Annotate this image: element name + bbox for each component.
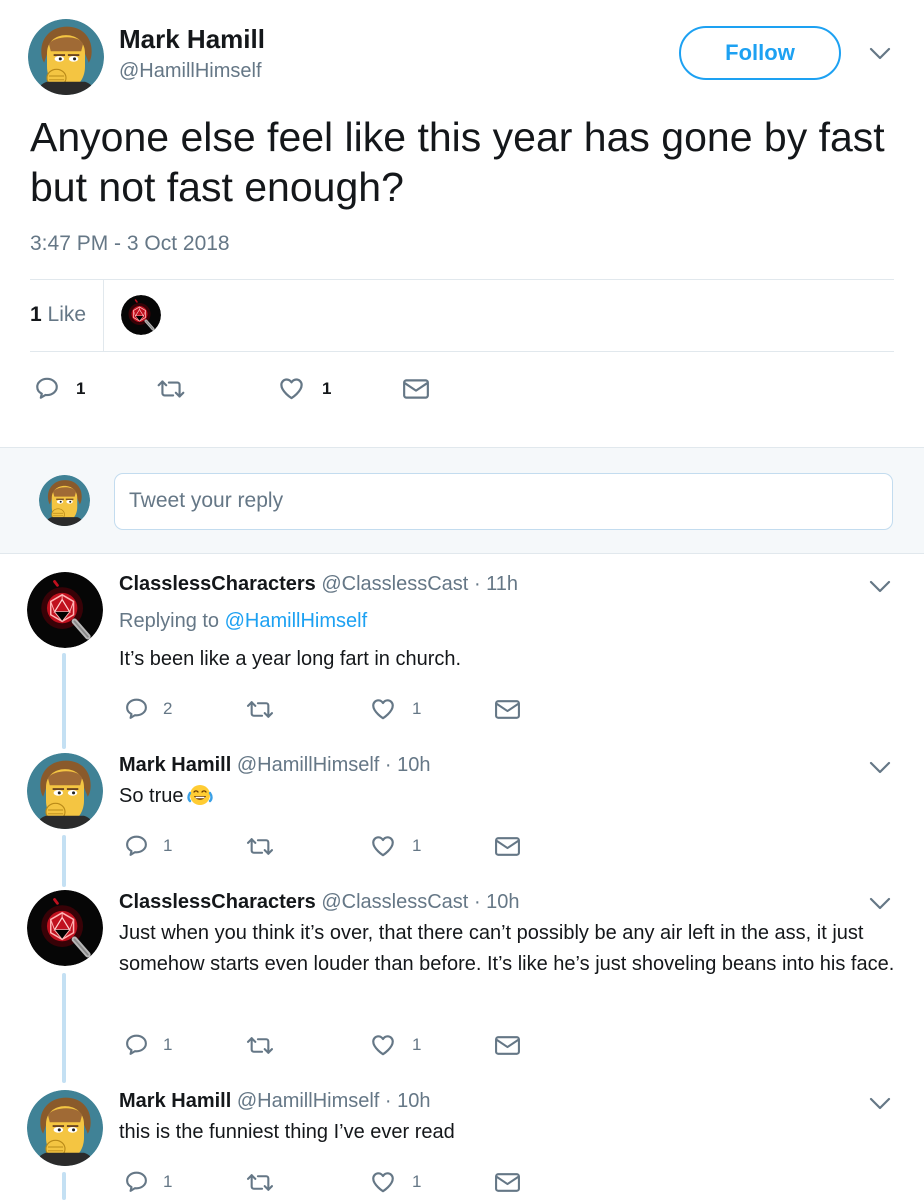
thread-line — [62, 1172, 66, 1200]
envelope-icon[interactable] — [402, 377, 430, 401]
chevron-down-icon[interactable] — [869, 580, 891, 594]
retweet-icon[interactable] — [245, 697, 275, 722]
thread-line — [62, 653, 66, 749]
envelope-icon[interactable] — [494, 1034, 521, 1057]
chevron-down-icon[interactable] — [869, 47, 891, 61]
likes-stat-label: Like — [41, 303, 87, 326]
reply-time[interactable]: 10h — [397, 1090, 430, 1112]
tears-of-joy-emoji-icon — [187, 783, 213, 807]
reply-separator: · — [473, 573, 481, 595]
reply-text: this is the funniest thing I’ve ever rea… — [119, 1121, 455, 1143]
thread-line — [62, 835, 66, 887]
envelope-icon[interactable] — [494, 835, 521, 858]
reply-author-handle[interactable]: @ClasslessCast — [321, 573, 468, 595]
likes-stat[interactable]: 1 Like — [30, 303, 86, 327]
reply-count: 1 — [163, 836, 173, 855]
reply-header: Mark Hamill @HamillHimself · 10h — [119, 754, 431, 777]
chevron-down-icon[interactable] — [869, 761, 891, 775]
reply-count: 1 — [163, 1172, 173, 1191]
chevron-down-icon[interactable] — [869, 897, 891, 911]
reply-separator: · — [384, 1090, 392, 1112]
liker-avatar[interactable] — [121, 295, 161, 335]
reply-time[interactable]: 11h — [486, 573, 518, 595]
reply-icon[interactable] — [124, 833, 149, 858]
like-count: 1 — [412, 836, 422, 855]
reply-count: 1 — [163, 1035, 173, 1054]
tweet-text: Anyone else feel like this year has gone… — [30, 114, 885, 210]
heart-icon[interactable] — [370, 1032, 396, 1058]
retweet-icon[interactable] — [245, 1033, 275, 1058]
reply-text: So true — [119, 785, 184, 807]
reply-text: It’s been like a year long fart in churc… — [119, 648, 462, 670]
reply-author-name[interactable]: Mark Hamill — [119, 754, 231, 776]
author-name[interactable]: Mark Hamill — [119, 24, 265, 55]
like-count: 1 — [412, 699, 422, 718]
reply-time[interactable]: 10h — [397, 754, 430, 776]
reply-separator: · — [473, 891, 481, 913]
divider — [30, 279, 894, 280]
reply-author-handle[interactable]: @ClasslessCast — [321, 891, 468, 913]
reply-separator: · — [384, 754, 392, 776]
like-count: 1 — [322, 379, 332, 398]
replying-to-prefix: Replying to — [119, 610, 225, 632]
thread-line — [62, 973, 66, 1083]
like-count: 1 — [412, 1035, 422, 1054]
reply-input[interactable]: Tweet your reply — [114, 473, 893, 530]
user-avatar — [39, 475, 90, 526]
reply-header: ClasslessCharacters @ClasslessCast · 10h — [119, 891, 520, 914]
reply-header: ClasslessCharacters @ClasslessCast · 11h — [119, 573, 518, 596]
retweet-icon[interactable] — [245, 1170, 275, 1195]
retweet-icon[interactable] — [245, 834, 275, 859]
heart-icon[interactable] — [370, 696, 396, 722]
reply-avatar[interactable] — [27, 753, 103, 829]
divider — [30, 351, 894, 352]
reply-author-name[interactable]: ClasslessCharacters — [119, 891, 316, 913]
reply-text: Just when you think it’s over, that ther… — [119, 922, 895, 975]
reply-icon[interactable] — [34, 375, 60, 401]
reply-count: 2 — [163, 699, 173, 718]
reply-text-row: So true — [119, 781, 899, 812]
replying-to-handle[interactable]: @HamillHimself — [225, 610, 368, 632]
reply-author-handle[interactable]: @HamillHimself — [237, 1090, 380, 1112]
heart-icon[interactable] — [278, 375, 305, 402]
retweet-icon[interactable] — [156, 376, 186, 402]
reply-author-name[interactable]: ClasslessCharacters — [119, 573, 316, 595]
reply-author-name[interactable]: Mark Hamill — [119, 1090, 231, 1112]
follow-button[interactable]: Follow — [679, 26, 841, 80]
reply-icon[interactable] — [124, 1169, 149, 1194]
reply-avatar[interactable] — [27, 572, 103, 648]
author-handle[interactable]: @HamillHimself — [119, 60, 262, 83]
reply-header: Mark Hamill @HamillHimself · 10h — [119, 1090, 431, 1113]
reply-author-handle[interactable]: @HamillHimself — [237, 754, 380, 776]
reply-time[interactable]: 10h — [486, 891, 519, 913]
author-avatar[interactable] — [28, 19, 104, 95]
reply-avatar[interactable] — [27, 890, 103, 966]
reply-avatar[interactable] — [27, 1090, 103, 1166]
envelope-icon[interactable] — [494, 1171, 521, 1194]
heart-icon[interactable] — [370, 833, 396, 859]
like-count: 1 — [412, 1172, 422, 1191]
tweet-timestamp[interactable]: 3:47 PM - 3 Oct 2018 — [30, 232, 230, 256]
chevron-down-icon[interactable] — [869, 1097, 891, 1111]
replying-to: Replying to @HamillHimself — [119, 610, 367, 633]
reply-count: 1 — [76, 379, 86, 398]
likes-stat-number: 1 — [30, 303, 42, 326]
reply-icon[interactable] — [124, 1032, 149, 1057]
reply-icon[interactable] — [124, 696, 149, 721]
envelope-icon[interactable] — [494, 698, 521, 721]
heart-icon[interactable] — [370, 1169, 396, 1195]
divider — [103, 280, 104, 351]
